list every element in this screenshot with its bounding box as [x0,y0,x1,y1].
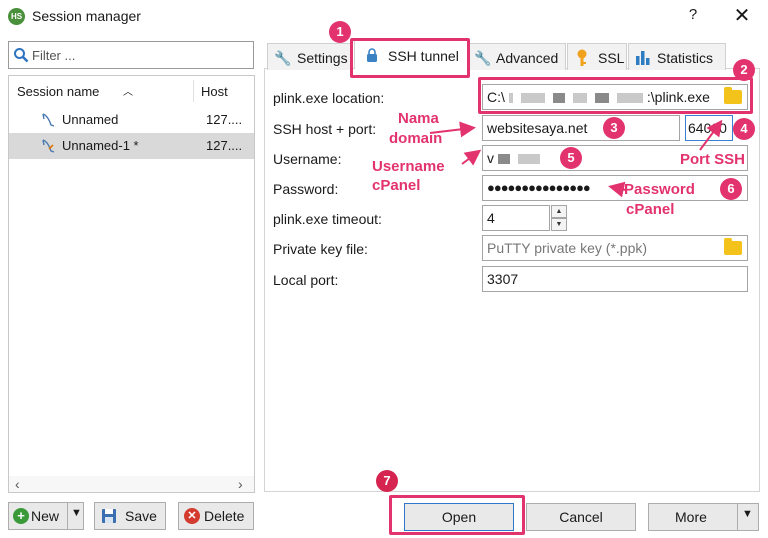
new-button-label: New [31,508,60,524]
more-button-label: More [675,509,707,525]
title-bar: HS Session manager ? ✕ [0,0,768,32]
password-value: ●●●●●●●●●●●●●●● [487,180,591,195]
column-header-host[interactable]: Host [201,84,228,99]
scroll-right-icon[interactable]: › [238,476,243,492]
session-list: Session name ︿ Host Unnamed 127.... Unna… [8,75,255,493]
note-nama-domain-line2: domain [389,130,443,147]
help-button[interactable]: ? [686,6,700,23]
annotation-marker-4: 4 [733,118,755,140]
key-icon [577,49,587,66]
annotation-marker-1: 1 [329,21,351,43]
new-button[interactable]: + New ▼ [8,502,84,530]
password-field[interactable]: ●●●●●●●●●●●●●●● [482,175,748,201]
note-username-cpanel-line1: Username [372,158,445,175]
plink-timeout-value: 4 [487,210,495,226]
private-key-placeholder: PuTTY private key (*.ppk) [487,240,648,256]
tab-settings-label: Settings [297,50,348,66]
scroll-left-icon[interactable]: ‹ [15,476,20,492]
folder-icon[interactable] [724,238,742,255]
delete-button-label: Delete [204,508,245,524]
ssh-host-port-label: SSH host + port: [273,121,377,137]
session-row-selected[interactable]: Unnamed-1 * 127.... [9,133,254,159]
ssh-host-value: websitesaya.net [487,120,588,136]
tab-statistics[interactable]: Statistics [628,43,726,70]
highlight-box-ssh-tunnel [350,38,470,78]
cancel-button[interactable]: Cancel [526,503,636,531]
annotation-marker-2: 2 [733,59,755,81]
timeout-decrement-button[interactable]: ▼ [551,218,567,231]
filter-box [8,41,254,69]
session-row[interactable]: Unnamed 127.... [9,107,254,133]
plink-timeout-label: plink.exe timeout: [273,211,382,227]
annotation-marker-6: 6 [720,178,742,200]
annotation-marker-7: 7 [376,470,398,492]
horizontal-scrollbar[interactable]: ‹ › [9,476,254,492]
note-password-cpanel-line2: cPanel [626,201,675,218]
private-key-field[interactable]: PuTTY private key (*.ppk) [482,235,748,261]
local-port-label: Local port: [273,272,339,288]
tab-statistics-label: Statistics [657,50,714,66]
column-header-session-name[interactable]: Session name [17,84,99,99]
ssh-port-value: 64000 [688,120,727,136]
sort-ascending-icon: ︿ [123,87,133,98]
note-username-cpanel-line2: cPanel [372,177,421,194]
wrench-icon: 🔧 [274,50,292,66]
window-title: Session manager [32,8,141,24]
password-label: Password: [273,181,339,197]
dropdown-arrow-icon[interactable]: ▼ [742,508,753,520]
more-button[interactable]: More ▼ [648,503,759,531]
close-button[interactable]: ✕ [732,3,752,28]
annotation-marker-3: 3 [603,117,625,139]
username-value: v [487,150,494,166]
tab-advanced[interactable]: 🔧 Advanced [469,43,566,70]
session-name: Unnamed [62,112,119,127]
plus-icon: + [13,508,29,524]
note-port-ssh: Port SSH [680,151,746,168]
session-host: 127.... [206,112,243,127]
highlight-box-open [389,495,525,535]
filter-input[interactable] [32,45,246,65]
dropdown-arrow-icon[interactable]: ▼ [71,507,82,519]
session-host: 127.... [206,138,243,153]
plink-timeout-field[interactable]: 4 [482,205,550,231]
session-list-header: Session name ︿ Host [9,76,254,106]
tab-settings[interactable]: 🔧 Settings [267,43,353,70]
column-divider[interactable] [193,80,194,102]
mysql-dolphin-icon [42,139,55,153]
app-logo-icon: HS [8,8,25,25]
note-password-cpanel-line1: Password [624,181,695,198]
floppy-disk-icon [102,509,116,523]
note-nama-domain-line1: Nama [398,110,439,127]
local-port-value: 3307 [487,271,519,287]
bar-chart-icon [636,51,650,65]
plink-location-label: plink.exe location: [273,90,385,106]
delete-x-icon: ✕ [184,508,200,524]
session-name: Unnamed-1 * [62,138,139,153]
search-icon [14,48,29,63]
highlight-box-plink-location [478,77,753,114]
ssh-port-field[interactable]: 64000 [685,115,733,141]
mysql-dolphin-icon [42,113,55,127]
tab-advanced-label: Advanced [496,50,559,66]
tab-ssl[interactable]: SSL [567,43,627,70]
save-button[interactable]: Save [94,502,166,530]
ssh-host-field[interactable]: websitesaya.net [482,115,680,141]
tab-ssl-label: SSL [598,50,625,66]
local-port-field[interactable]: 3307 [482,266,748,292]
username-label: Username: [273,151,342,167]
timeout-increment-button[interactable]: ▲ [551,205,567,218]
save-button-label: Save [125,508,157,524]
delete-button[interactable]: ✕ Delete [178,502,254,530]
cancel-button-label: Cancel [559,509,603,525]
wrench-icon: 🔧 [474,50,492,66]
private-key-file-label: Private key file: [273,241,368,257]
annotation-marker-5: 5 [560,147,582,169]
